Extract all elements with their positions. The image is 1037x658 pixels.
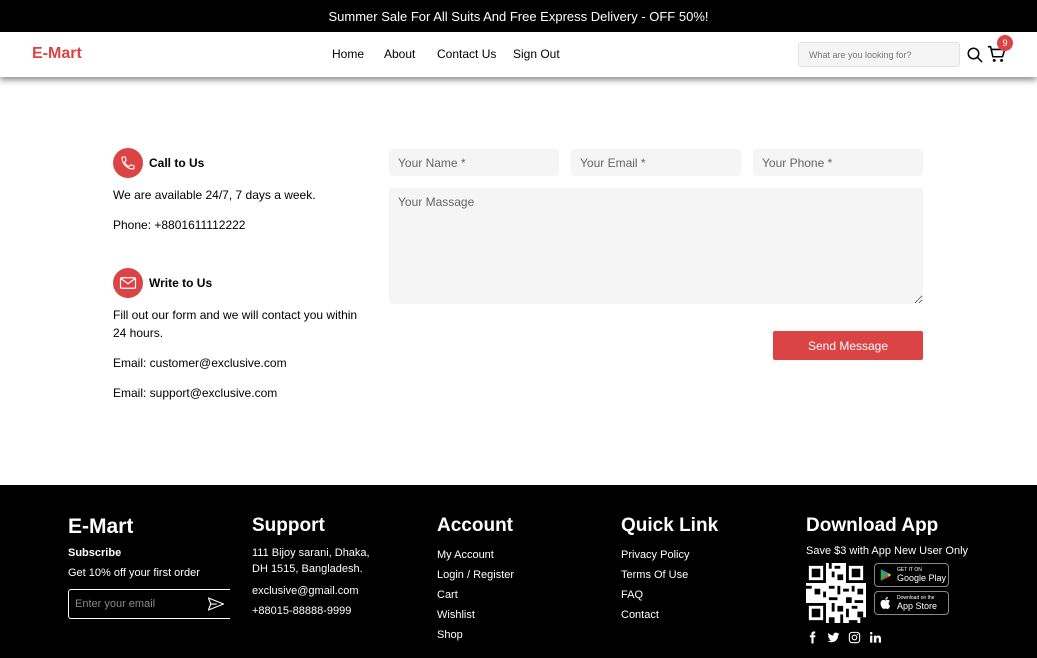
nav-about[interactable]: About (384, 47, 415, 61)
site-footer: E-Mart Subscribe Get 10% off your first … (0, 485, 1037, 658)
support-email: Email: support@exclusive.com (113, 386, 278, 400)
support-email[interactable]: exclusive@gmail.com (252, 581, 382, 601)
linkedin-icon[interactable] (869, 631, 882, 644)
support-title: Support (252, 515, 325, 536)
write-us-heading: Write to Us (113, 268, 212, 298)
quicklink-title: Quick Link (621, 515, 719, 536)
qr-code-icon (806, 563, 866, 623)
support-phone[interactable]: +88015-88888-9999 (252, 601, 382, 621)
download-app-title: Download App (806, 515, 939, 536)
name-field[interactable] (389, 149, 559, 176)
footer-link-terms[interactable]: Terms Of Use (621, 565, 718, 585)
write-us-title: Write to Us (149, 276, 213, 290)
footer-account-column: Account My Account Login / Register Cart… (437, 515, 514, 645)
promo-banner: Summer Sale For All Suits And Free Expre… (0, 0, 1037, 32)
subscribe-heading: Subscribe (68, 547, 122, 559)
app-store-badge[interactable]: Download on the App Store (874, 591, 949, 615)
site-header: E-Mart Home About Contact Us Sign Out 9 (0, 32, 1037, 77)
call-phone: Phone: +8801611112222 (113, 218, 246, 232)
support-address: 111 Bijoy sarani, Dhaka, DH 1515, Bangla… (252, 547, 370, 575)
app-save-text: Save $3 with App New User Only (806, 545, 969, 557)
phone-field[interactable] (753, 149, 923, 176)
search-input[interactable] (798, 42, 960, 67)
write-instructions: Fill out our form and we will contact yo… (113, 308, 358, 340)
footer-link-shop[interactable]: Shop (437, 625, 514, 645)
call-us-title: Call to Us (149, 156, 205, 170)
message-field[interactable] (389, 188, 923, 304)
site-logo[interactable]: E-Mart (32, 45, 82, 63)
call-availability: We are available 24/7, 7 days a week. (113, 188, 316, 202)
nav-contact-us[interactable]: Contact Us (437, 47, 496, 61)
email-field[interactable] (571, 149, 741, 176)
phone-icon-circle (113, 148, 143, 178)
mail-icon (119, 277, 137, 289)
footer-link-login-register[interactable]: Login / Register (437, 565, 514, 585)
footer-link-wishlist[interactable]: Wishlist (437, 605, 514, 625)
nav-sign-out[interactable]: Sign Out (513, 47, 560, 61)
footer-support-column: Support 111 Bijoy sarani, Dhaka, DH 1515… (252, 515, 382, 621)
footer-link-contact[interactable]: Contact (621, 605, 718, 625)
nav-home[interactable]: Home (332, 47, 364, 61)
footer-quicklink-column: Quick Link Privacy Policy Terms Of Use F… (621, 515, 718, 625)
twitter-icon[interactable] (827, 631, 840, 644)
account-title: Account (437, 515, 513, 536)
google-play-badge[interactable]: GET IT ON Google Play (874, 563, 949, 587)
footer-link-cart[interactable]: Cart (437, 585, 514, 605)
send-message-button[interactable]: Send Message (773, 331, 923, 360)
phone-icon (121, 156, 135, 170)
subscribe-offer: Get 10% off your first order (68, 567, 200, 579)
subscribe-email-input[interactable] (69, 590, 199, 618)
call-us-heading: Call to Us (113, 148, 204, 178)
footer-link-my-account[interactable]: My Account (437, 545, 514, 565)
subscribe-form (68, 589, 230, 619)
mail-icon-circle (113, 268, 143, 298)
footer-link-privacy-policy[interactable]: Privacy Policy (621, 545, 718, 565)
customer-email: Email: customer@exclusive.com (113, 356, 287, 370)
google-play-big-text: Google Play (897, 573, 947, 583)
search-icon[interactable] (966, 46, 984, 64)
facebook-icon[interactable] (806, 631, 819, 644)
cart-count-badge: 9 (997, 35, 1013, 51)
google-play-icon (880, 569, 892, 581)
social-links (806, 631, 882, 644)
instagram-icon[interactable] (848, 631, 861, 644)
footer-brand-column: E-Mart Subscribe Get 10% off your first … (68, 515, 230, 619)
footer-link-faq[interactable]: FAQ (621, 585, 718, 605)
promo-banner-text: Summer Sale For All Suits And Free Expre… (328, 8, 709, 24)
apple-icon (880, 596, 891, 609)
app-store-big-text: App Store (897, 601, 938, 611)
send-icon[interactable] (207, 596, 225, 612)
footer-app-column: Download App Save $3 with App New User O… (806, 515, 1006, 655)
footer-logo: E-Mart (68, 515, 134, 538)
